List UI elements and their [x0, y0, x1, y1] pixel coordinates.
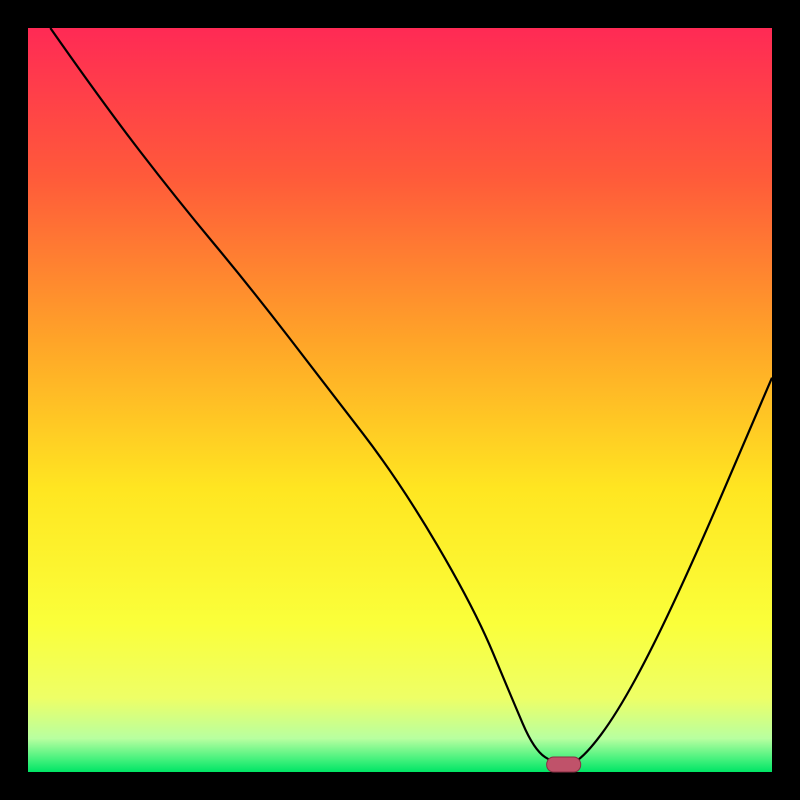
chart-plot-area [28, 28, 772, 772]
chart-svg [0, 0, 800, 800]
optimal-marker [547, 757, 581, 772]
bottleneck-chart: TheBottleneck.com [0, 0, 800, 800]
